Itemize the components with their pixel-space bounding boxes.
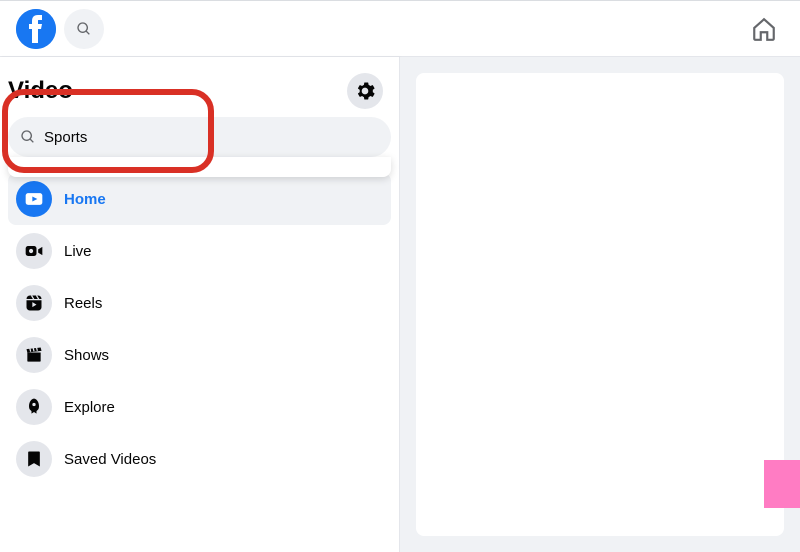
sidebar-item-shows[interactable]: Shows (8, 329, 391, 381)
sidebar-item-saved[interactable]: Saved Videos (8, 433, 391, 485)
clapper-icon (16, 337, 52, 373)
page-title: Video (8, 77, 73, 105)
sidebar-item-label: Home (64, 191, 106, 208)
camera-icon (16, 233, 52, 269)
video-search-input[interactable] (44, 129, 379, 146)
global-search-button[interactable] (64, 9, 104, 49)
sidebar-item-label: Reels (64, 295, 102, 312)
sidebar-item-reels[interactable]: Reels (8, 277, 391, 329)
rocket-icon (16, 389, 52, 425)
top-bar (0, 1, 800, 57)
content-card (416, 73, 784, 536)
bookmark-icon (16, 441, 52, 477)
sidebar-nav: Home Live Reels Shows (8, 173, 391, 485)
sidebar-item-home[interactable]: Home (8, 173, 391, 225)
reels-icon (16, 285, 52, 321)
video-home-icon (16, 181, 52, 217)
search-suggestions-dropdown[interactable] (8, 157, 391, 177)
sidebar-item-label: Saved Videos (64, 451, 156, 468)
main-content-area (400, 57, 800, 552)
facebook-logo[interactable] (16, 9, 56, 49)
notification-badge[interactable] (764, 460, 800, 508)
sidebar-item-label: Explore (64, 399, 115, 416)
video-search-container (8, 117, 391, 157)
sidebar-item-label: Shows (64, 347, 109, 364)
search-icon (20, 129, 36, 145)
sidebar-item-live[interactable]: Live (8, 225, 391, 277)
sidebar-item-label: Live (64, 243, 92, 260)
video-sidebar: Video Home (0, 57, 400, 552)
sidebar-item-explore[interactable]: Explore (8, 381, 391, 433)
home-nav-button[interactable] (744, 9, 784, 49)
settings-button[interactable] (347, 73, 383, 109)
